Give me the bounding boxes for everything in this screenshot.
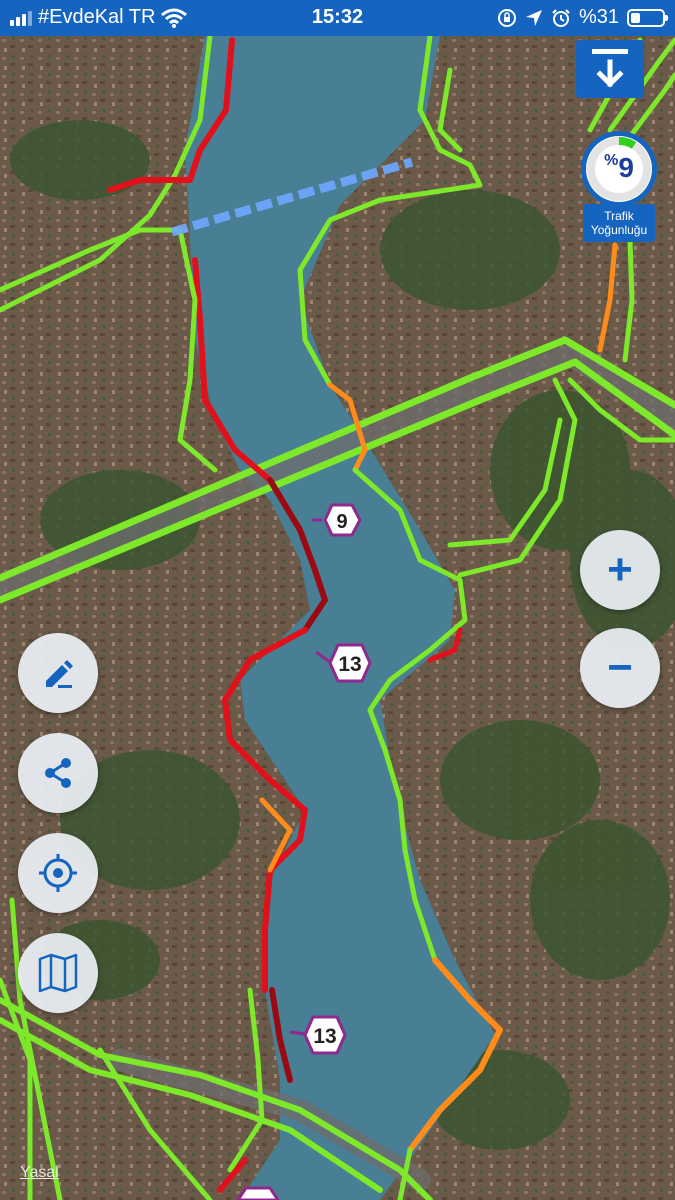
map-view[interactable]: 9 13 13 bbox=[0, 36, 675, 1200]
zoom-in-button[interactable]: + bbox=[580, 530, 660, 610]
battery-percent: %31 bbox=[578, 6, 619, 28]
speed-marker-partial[interactable] bbox=[236, 1186, 280, 1200]
location-arrow-icon bbox=[525, 9, 542, 26]
rotation-lock-icon bbox=[497, 8, 516, 27]
status-bar: #EvdeKal TR 15:32 %31 bbox=[0, 0, 675, 36]
label-line-1: Trafik bbox=[604, 209, 634, 223]
download-icon bbox=[592, 49, 628, 88]
satellite-map[interactable]: 9 13 13 bbox=[0, 36, 675, 1200]
share-button[interactable] bbox=[18, 733, 98, 813]
speed-marker-label: 13 bbox=[338, 653, 361, 676]
traffic-density-label: Trafik Yoğunluğu bbox=[583, 204, 655, 242]
battery-icon bbox=[627, 8, 668, 27]
density-number: 9 bbox=[618, 152, 634, 183]
traffic-density-widget[interactable]: %9 Trafik Yoğunluğu bbox=[578, 128, 660, 242]
minus-icon: − bbox=[607, 643, 633, 692]
percent-symbol: % bbox=[604, 152, 619, 169]
share-icon bbox=[45, 758, 71, 788]
zoom-out-button[interactable]: − bbox=[580, 628, 660, 708]
map-layers-button[interactable] bbox=[18, 933, 98, 1013]
speed-marker-label: 13 bbox=[313, 1025, 336, 1048]
pencil-icon bbox=[46, 660, 73, 688]
locate-button[interactable] bbox=[18, 833, 98, 913]
label-line-2: Yoğunluğu bbox=[590, 223, 648, 237]
plus-icon: + bbox=[607, 545, 633, 594]
speed-marker-label: 9 bbox=[336, 511, 347, 533]
traffic-density-value: %9 bbox=[578, 152, 660, 184]
map-icon bbox=[38, 953, 78, 993]
status-icons: %31 bbox=[497, 6, 668, 29]
edit-button[interactable] bbox=[18, 633, 98, 713]
legal-link[interactable]: Yasal bbox=[20, 1164, 59, 1182]
download-button[interactable] bbox=[576, 40, 644, 98]
crosshair-icon bbox=[39, 854, 77, 892]
alarm-icon bbox=[552, 8, 570, 27]
battery-fill bbox=[631, 12, 640, 23]
